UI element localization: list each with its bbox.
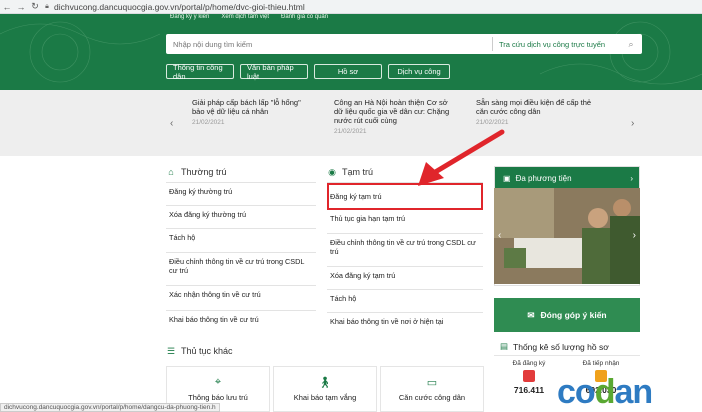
media-image[interactable]: ‹ › (494, 188, 640, 284)
media-prev-icon[interactable]: ‹ (498, 230, 501, 241)
lookup-dropdown[interactable]: Tra cứu dịch vụ công trực tuyến (493, 40, 620, 49)
procedure-card[interactable]: 🚶︎ Khai báo tạm vắng (273, 366, 377, 412)
procedure-label: Khai báo tạm vắng (293, 393, 357, 402)
news-item[interactable]: Sẵn sàng mọi điều kiện để cấp thẻ căn cư… (476, 98, 594, 126)
public-service-button[interactable]: Dịch vụ công (388, 64, 450, 79)
top-link[interactable]: Đánh giá có quản (281, 14, 328, 20)
procedure-link[interactable]: Điều chỉnh thông tin về cư trú trong CSD… (166, 252, 316, 285)
procedure-link[interactable]: Đăng ký thường trú (166, 182, 316, 205)
browser-toolbar: ← → ↻ 🔒︎ dichvucong.dancuquocgia.gov.vn/… (0, 0, 702, 14)
stats-header: ▤ Thống kê số lượng hồ sơ (494, 338, 640, 356)
stat-label: Đã tiếp nhận (582, 360, 620, 367)
procedure-label: Thông báo lưu trú (188, 393, 248, 402)
search-bar: Tra cứu dịch vụ công trực tuyến ⌕ (166, 34, 642, 54)
chevron-right-icon[interactable]: › (630, 174, 633, 183)
location-icon: ◉ (328, 166, 336, 177)
news-carousel: ‹ Giải pháp cấp bách lấp "lỗ hổng" bảo v… (0, 90, 702, 156)
stats-title: Thống kê số lượng hồ sơ (513, 341, 609, 352)
chevron-left-icon[interactable]: ‹ (170, 118, 173, 129)
officers-photo (494, 188, 640, 284)
reload-icon[interactable]: ↻ (28, 0, 42, 14)
top-link[interactable]: Xem dịch tâm việt (221, 14, 269, 20)
film-icon: ▣ (503, 173, 511, 183)
stat-label: Đã đăng ký (512, 360, 546, 367)
citizen-info-button[interactable]: Thông tin công dân (166, 63, 234, 81)
procedure-link[interactable]: Tách hộ (327, 289, 483, 312)
section-title: Thường trú (181, 167, 227, 177)
section-header: ⌂ Thường trú (166, 162, 316, 182)
thuong-tru-section: ⌂ Thường trú Đăng ký thường trú Xóa đăng… (166, 162, 316, 334)
media-title: Đa phương tiện (515, 173, 572, 183)
procedure-link[interactable]: Thủ tục gia hạn tạm trú (327, 209, 483, 233)
procedure-card[interactable]: ▭ Căn cước công dân (380, 366, 484, 412)
document-icon (523, 370, 535, 382)
address-bar[interactable]: dichvucong.dancuquocgia.gov.vn/portal/p/… (54, 2, 305, 12)
section-title: Tạm trú (342, 167, 374, 177)
news-title: Công an Hà Nội hoàn thiện Cơ sở dữ liệu … (334, 98, 450, 125)
news-title: Giải pháp cấp bách lấp "lỗ hổng" bảo vệ … (192, 98, 301, 116)
chart-icon: ▤ (500, 341, 509, 351)
quick-buttons: Thông tin công dân Văn bản pháp luật Hồ … (166, 63, 450, 81)
feedback-button[interactable]: ✉ Đóng góp ý kiến (494, 298, 640, 332)
other-procedures-header: ☰ Thủ tục khác (166, 343, 233, 359)
procedure-link[interactable]: Khai báo thông tin về nơi ở hiện tại (327, 312, 483, 336)
walking-person-icon: 🚶︎ (318, 377, 332, 389)
procedure-link[interactable]: Xóa đăng ký tạm trú (327, 266, 483, 289)
procedure-link[interactable]: Khai báo thông tin về cư trú (166, 310, 316, 334)
search-input[interactable] (166, 34, 492, 54)
dossier-button[interactable]: Hồ sơ (314, 64, 382, 79)
procedure-label: Căn cước công dân (398, 393, 466, 402)
search-icon[interactable]: ⌕ (620, 34, 642, 54)
procedure-link[interactable]: Tách hộ (166, 228, 316, 252)
top-link[interactable]: Đăng ký ý kiến (170, 14, 209, 20)
procedure-link[interactable]: Xóa đăng ký thường trú (166, 205, 316, 228)
lock-icon: 🔒︎ (45, 2, 49, 10)
media-next-icon[interactable]: › (633, 230, 636, 241)
procedure-link[interactable]: Điều chỉnh thông tin về cư trú trong CSD… (327, 233, 483, 266)
forward-icon[interactable]: → (14, 0, 28, 14)
site-header: Đăng ký ý kiến Xem dịch tâm việt Đánh gi… (0, 14, 702, 90)
feedback-label: Đóng góp ý kiến (540, 310, 607, 320)
section-title: Thủ tục khác (181, 346, 233, 356)
link-list: Đăng ký thường trú Xóa đăng ký thường tr… (166, 182, 316, 334)
chat-icon: ✉ (527, 309, 535, 320)
news-item[interactable]: Giải pháp cấp bách lấp "lỗ hổng" bảo vệ … (192, 98, 310, 126)
stat-registered: Đã đăng ký 716.411 (494, 360, 564, 395)
news-date: 21/02/2021 (192, 119, 225, 126)
stat-value: 716.411 (513, 385, 545, 395)
home-icon: ⌂ (168, 167, 174, 177)
back-icon[interactable]: ← (0, 0, 14, 14)
list-icon: ☰ (166, 345, 176, 356)
map-pin-icon: ⌖ (214, 376, 222, 388)
media-header[interactable]: ▣ Đa phương tiện › (495, 167, 639, 189)
header-top-links: Đăng ký ý kiến Xem dịch tâm việt Đánh gi… (170, 14, 328, 20)
chevron-right-icon[interactable]: › (631, 118, 634, 129)
legal-docs-button[interactable]: Văn bản pháp luật (240, 63, 308, 81)
codan-logo: codan (557, 372, 653, 411)
news-title: Sẵn sàng mọi điều kiện để cấp thẻ căn cư… (476, 98, 592, 116)
procedure-link[interactable]: Xác nhận thông tin về cư trú (166, 285, 316, 310)
status-bar-url: dichvucong.dancuquocgia.gov.vn/portal/p/… (0, 403, 220, 412)
news-date: 21/02/2021 (476, 119, 509, 126)
id-card-icon: ▭ (426, 377, 438, 389)
